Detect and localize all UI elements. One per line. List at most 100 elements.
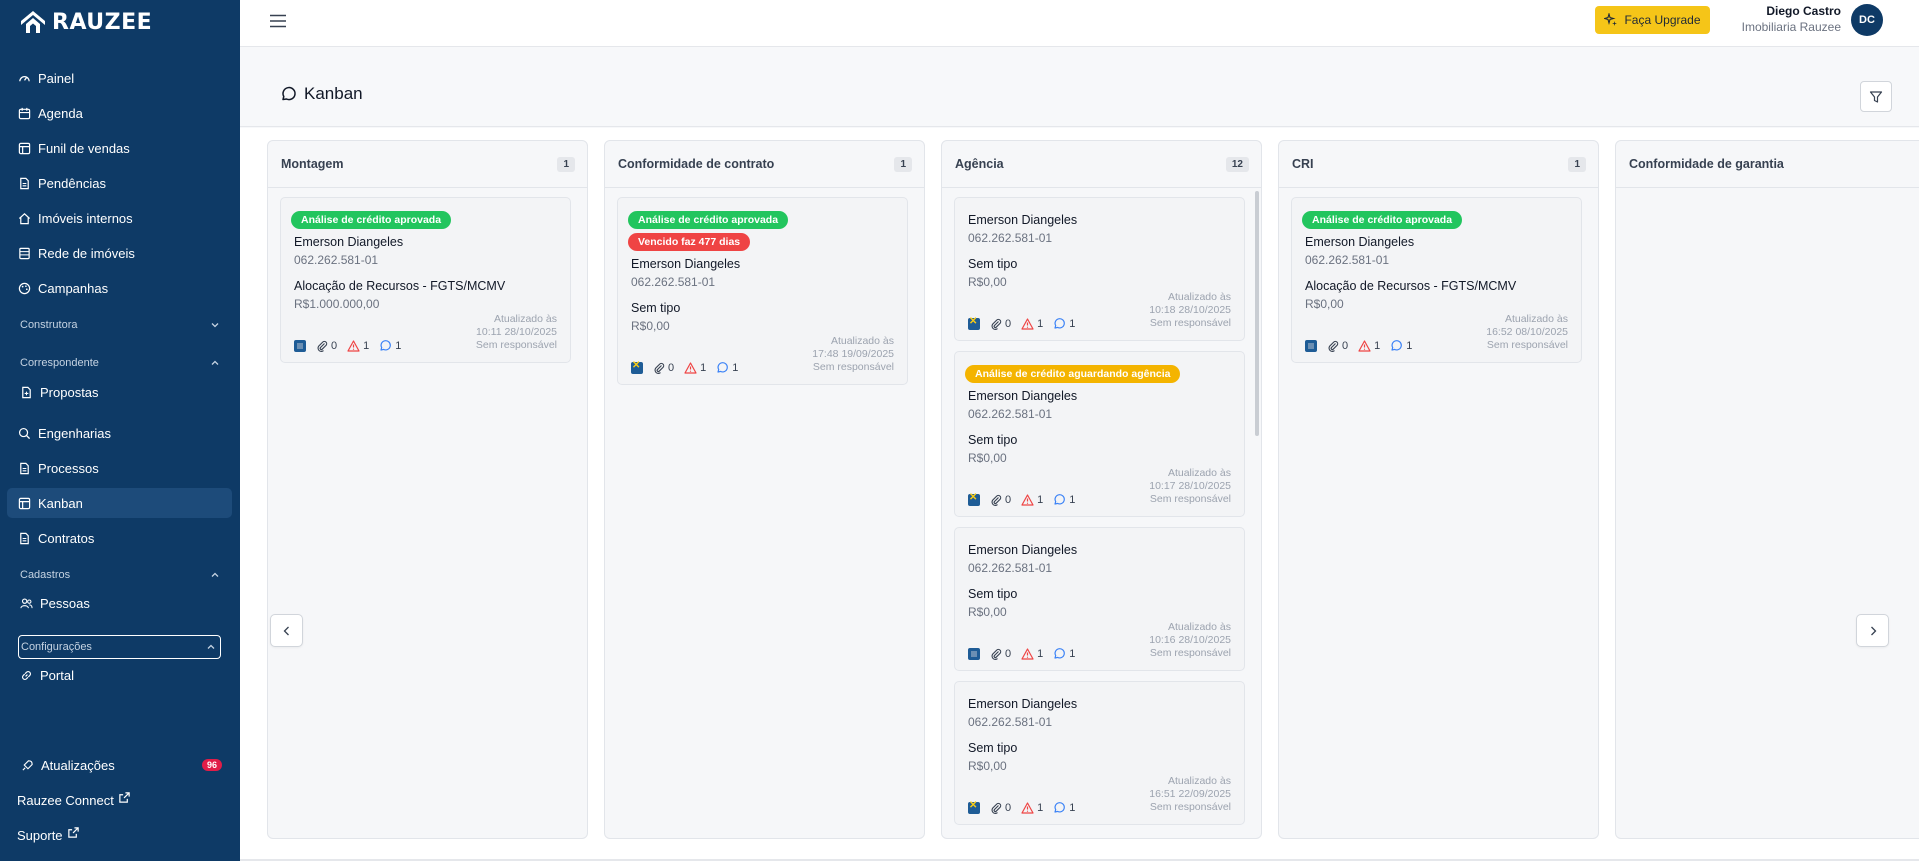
attachments-count[interactable]: 0	[653, 362, 674, 374]
sidebar-item-label: Campanhas	[38, 280, 109, 296]
updated-label: Atualizado às	[493, 313, 557, 325]
section-cadastros[interactable]: Cadastros	[20, 564, 220, 586]
scroll-left-button[interactable]	[270, 614, 303, 647]
updated-time: 17:48 19/09/2025	[812, 348, 894, 360]
sidebar-item-pendencias[interactable]: Pendências	[7, 168, 232, 198]
alerts-count[interactable]: 1	[1358, 340, 1380, 352]
sidebar-item-agenda[interactable]: Agenda	[7, 98, 232, 128]
attachments-count[interactable]: 0	[990, 648, 1011, 660]
alerts-count[interactable]: 1	[347, 340, 369, 352]
attachments-count[interactable]: 0	[990, 318, 1011, 330]
top-bar: Faça Upgrade Diego Castro Imobiliaria Ra…	[240, 0, 1919, 47]
column-count-badge: 12	[1225, 156, 1249, 172]
alerts-value: 1	[1374, 339, 1381, 352]
sidebar-item-label: Contratos	[38, 530, 95, 546]
kanban-column: Conformidade de contrato 1 Análise de créd…	[604, 140, 925, 839]
kanban-card[interactable]: Análise de crédito aguardando agência Eme…	[954, 351, 1245, 517]
alerts-count[interactable]: 1	[1021, 802, 1043, 814]
column-header[interactable]: Montagem 1	[268, 141, 587, 188]
scroll-right-button[interactable]	[1856, 614, 1889, 647]
card-footer: 0 1 1 Atualizado às 10:16 28/10/2025 Sem resp…	[968, 621, 1231, 660]
sidebar-item-rauzee-connect[interactable]: Rauzee Connect	[6, 785, 231, 815]
alerts-count[interactable]: 1	[1021, 648, 1043, 660]
card-client-name: Emerson Diangeles	[968, 389, 1078, 403]
section-configuracoes[interactable]: Configurações	[18, 635, 221, 659]
column-scrollbar[interactable]	[1255, 191, 1259, 436]
comments-count[interactable]: 1	[1053, 493, 1075, 506]
comments-count[interactable]: 1	[716, 361, 738, 374]
sidebar-item-contratos[interactable]: Contratos	[7, 523, 232, 553]
sidebar-item-rede-de-imoveis[interactable]: Rede de imóveis	[7, 238, 232, 268]
comments-count[interactable]: 1	[379, 339, 401, 352]
comments-count[interactable]: 1	[1053, 647, 1075, 660]
kanban-card[interactable]: Emerson Diangeles 062.262.581-01 Sem tipo R…	[954, 681, 1245, 825]
kanban-card[interactable]: Emerson Diangeles 062.262.581-01 Sem tipo R…	[954, 197, 1245, 341]
menu-icon[interactable]	[268, 11, 288, 31]
comments-value: 1	[1406, 339, 1413, 352]
card-type: Alocação de Recursos - FGTS/MCMV	[1305, 279, 1517, 293]
document-icon	[20, 177, 29, 189]
upgrade-button[interactable]: Faça Upgrade	[1595, 6, 1710, 34]
sidebar-item-painel[interactable]: Painel	[7, 63, 232, 93]
filter-button[interactable]	[1860, 81, 1892, 112]
column-header[interactable]: Agência 12	[942, 141, 1261, 188]
paperclip-icon	[317, 340, 328, 352]
alerts-count[interactable]: 1	[1021, 318, 1043, 330]
kanban-card[interactable]: Análise de crédito aprovada Vencido faz 4…	[617, 197, 908, 385]
chevron-left-icon	[283, 626, 289, 635]
kanban-card[interactable]: Emerson Diangeles 062.262.581-01 Sem tipo R…	[954, 527, 1245, 671]
column-header[interactable]: CRI 1	[1279, 141, 1598, 188]
attachments-count[interactable]: 0	[316, 340, 337, 352]
sidebar-item-pessoas[interactable]: Pessoas	[7, 588, 232, 618]
paperclip-icon	[991, 802, 1002, 814]
card-value: R$0,00	[1305, 297, 1344, 311]
kanban-card[interactable]: Análise de crédito aprovada Emerson Diang…	[280, 197, 571, 363]
card-cpf: 062.262.581-01	[968, 715, 1053, 729]
sidebar-item-engenharias[interactable]: Engenharias	[7, 418, 232, 448]
attachments-count[interactable]: 0	[990, 494, 1011, 506]
comments-count[interactable]: 1	[1390, 339, 1412, 352]
card-meta: Atualizado às 10:18 28/10/2025 Sem respons…	[1149, 291, 1231, 330]
comment-icon	[1054, 318, 1066, 329]
file-plus-icon	[22, 386, 31, 398]
rauzee-logo[interactable]: RAUZEE	[20, 8, 152, 36]
card-type: Sem tipo	[968, 433, 1018, 447]
card-tags: Análise de crédito aprovada	[1302, 211, 1568, 233]
palette-icon	[18, 282, 31, 294]
sidebar-item-suporte[interactable]: Suporte	[6, 820, 231, 850]
avatar[interactable]: DC	[1851, 4, 1883, 36]
sidebar-item-label: Funil de vendas	[38, 140, 130, 156]
alerts-count[interactable]: 1	[684, 362, 706, 374]
section-correspondente[interactable]: Correspondente	[20, 352, 220, 374]
sidebar-item-label: Processos	[38, 460, 99, 476]
attachments-count[interactable]: 0	[1327, 340, 1348, 352]
alerts-count[interactable]: 1	[1021, 494, 1043, 506]
sidebar-item-portal[interactable]: Portal	[7, 660, 232, 690]
card-client-name: Emerson Diangeles	[968, 697, 1078, 711]
attachments-count[interactable]: 0	[990, 802, 1011, 814]
kanban-card[interactable]: Análise de crédito aprovada Emerson Diang…	[1291, 197, 1582, 363]
sidebar-item-atualizacoes[interactable]: Atualizações 96	[10, 750, 232, 780]
sidebar-item-processos[interactable]: Processos	[7, 453, 232, 483]
board-icon	[18, 142, 31, 154]
kanban-column: CRI 1 Análise de crédito aprovada Emerson D…	[1278, 140, 1599, 839]
column-header[interactable]: Conformidade de contrato 1	[605, 141, 924, 188]
sidebar-item-campanhas[interactable]: Campanhas	[7, 273, 232, 303]
card-cpf: 062.262.581-01	[968, 231, 1053, 245]
card-value: R$0,00	[968, 451, 1007, 465]
comments-count[interactable]: 1	[1053, 317, 1075, 330]
section-construtora[interactable]: Construtora	[20, 314, 220, 336]
sidebar-item-kanban[interactable]: Kanban	[7, 488, 232, 518]
comments-count[interactable]: 1	[1053, 801, 1075, 814]
sidebar-item-funil-de-vendas[interactable]: Funil de vendas	[7, 133, 232, 163]
sidebar-item-propostas[interactable]: Propostas	[7, 377, 232, 407]
sidebar-item-label: Pessoas	[40, 595, 90, 611]
column-header[interactable]: Conformidade de garantia	[1616, 141, 1919, 188]
sparkles-icon	[1604, 13, 1618, 26]
column-title: Conformidade de contrato	[618, 157, 775, 171]
sidebar-item-imoveis-internos[interactable]: Imóveis internos	[7, 203, 232, 233]
card-cpf: 062.262.581-01	[968, 407, 1053, 421]
chevron-up-icon	[211, 360, 219, 365]
card-footer: 0 1 1 Atualizado às16:51 22/09/2025Sem resp…	[968, 775, 1231, 814]
user-info[interactable]: Diego Castro Imobiliaria Rauzee	[1742, 4, 1841, 34]
